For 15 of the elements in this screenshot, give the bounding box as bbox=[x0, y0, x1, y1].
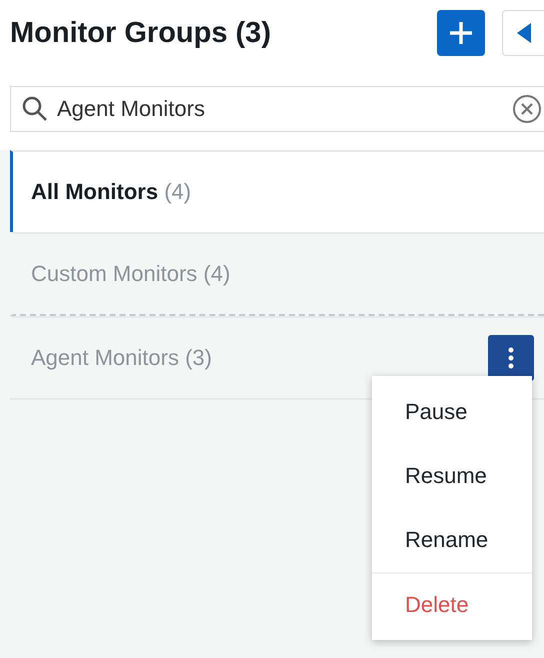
more-button[interactable] bbox=[488, 335, 534, 381]
group-item[interactable]: All Monitors (4) bbox=[10, 150, 544, 232]
menu-item[interactable]: Pause bbox=[372, 380, 532, 444]
clear-icon[interactable] bbox=[512, 94, 542, 124]
menu-item[interactable]: Resume bbox=[372, 444, 532, 508]
plus-icon bbox=[448, 20, 474, 46]
collapse-button[interactable] bbox=[502, 10, 544, 56]
triangle-left-icon bbox=[517, 23, 531, 43]
search-icon bbox=[21, 95, 49, 123]
add-button[interactable] bbox=[437, 10, 485, 56]
search-field[interactable]: Agent Monitors bbox=[10, 86, 544, 132]
kebab-icon bbox=[508, 347, 514, 369]
panel-title: Monitor Groups (3) bbox=[10, 16, 272, 50]
menu-item[interactable]: Rename bbox=[372, 508, 532, 572]
search-input[interactable]: Agent Monitors bbox=[57, 96, 504, 122]
